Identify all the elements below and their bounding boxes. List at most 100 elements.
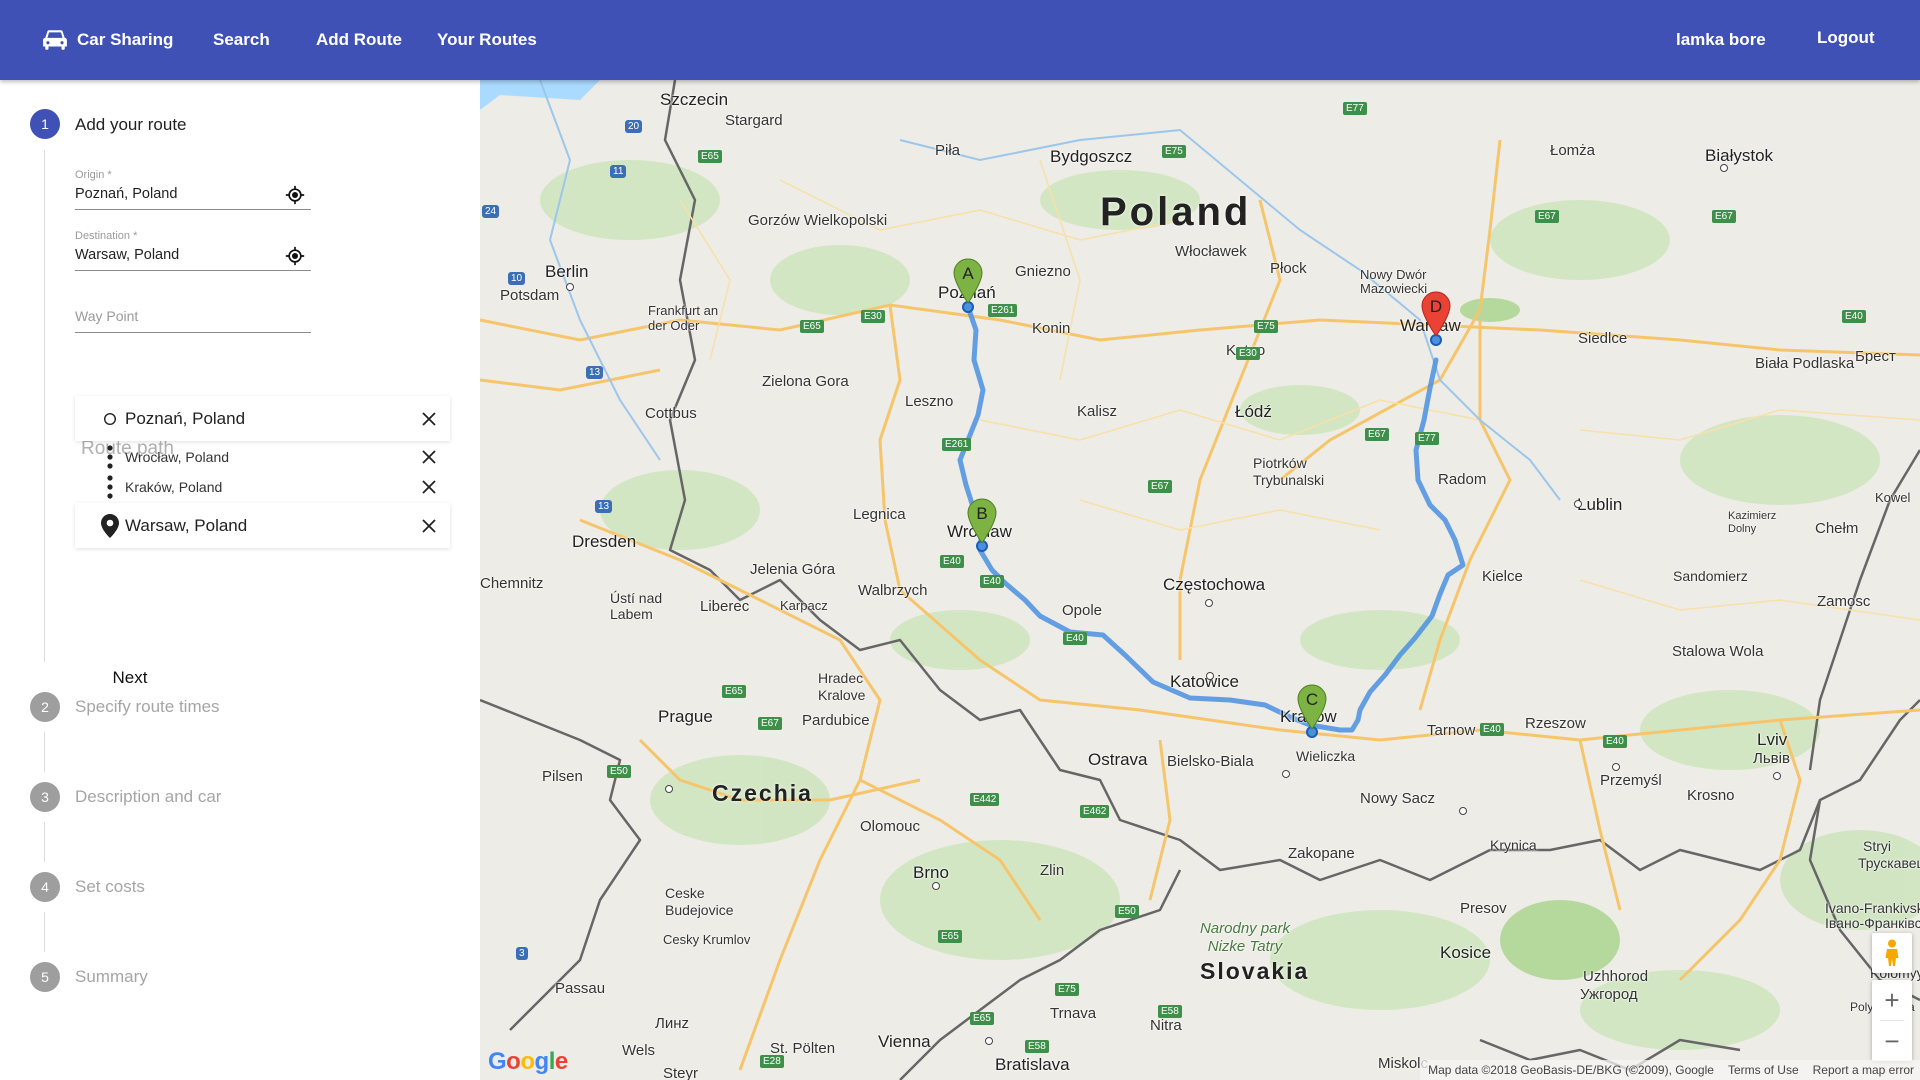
city-label: Vienna: [878, 1032, 931, 1051]
origin-input[interactable]: Poznań, Poland: [75, 183, 311, 205]
city-label: Bielsko-Biala: [1167, 753, 1254, 770]
route-path-item-destination[interactable]: Warsaw, Poland: [75, 503, 450, 548]
city-label: Passau: [555, 980, 606, 997]
step-5-label[interactable]: Summary: [75, 967, 148, 987]
step-connector: [44, 912, 45, 952]
marker-letter: A: [962, 264, 974, 283]
destination-label: Destination *: [75, 230, 138, 242]
step-4-number: 4: [30, 872, 60, 902]
map-marker-a[interactable]: A: [953, 258, 983, 304]
country-label-slovakia: Slovakia: [1200, 958, 1310, 984]
google-logo: Google: [488, 1048, 568, 1076]
city-label: Brno: [913, 863, 949, 882]
road-shield: E65: [722, 685, 746, 698]
brand-link[interactable]: Car Sharing: [42, 0, 173, 80]
close-icon[interactable]: [421, 479, 437, 495]
zoom-out-button[interactable]: −: [1872, 1021, 1912, 1061]
nav-add-route[interactable]: Add Route: [316, 0, 402, 80]
road-shield: E75: [1055, 983, 1079, 996]
street-view-pegman[interactable]: [1872, 933, 1912, 973]
road-shield: 11: [610, 165, 627, 178]
road-shield: E40: [1603, 735, 1627, 748]
city-label: Stalowa Wola: [1672, 643, 1764, 660]
my-location-icon[interactable]: [285, 246, 305, 266]
city-label: Трускавець: [1858, 855, 1920, 871]
logout-button[interactable]: Logout: [1817, 0, 1875, 78]
city-label: Chełm: [1815, 520, 1859, 537]
route-path-item-waypoint[interactable]: Kraków, Poland: [75, 472, 450, 502]
step-4-label[interactable]: Set costs: [75, 877, 145, 897]
report-map-error-link[interactable]: Report a map error: [1813, 1063, 1914, 1077]
road-shield: E40: [1480, 723, 1504, 736]
logo-letter: o: [520, 1048, 535, 1075]
logo-letter: e: [554, 1048, 568, 1075]
city-label: Tarnow: [1427, 722, 1476, 739]
city-label: Białystok: [1705, 146, 1774, 165]
drag-dots-icon[interactable]: [106, 445, 114, 469]
close-icon[interactable]: [421, 411, 437, 427]
step-3-label[interactable]: Description and car: [75, 787, 221, 807]
origin-field[interactable]: Origin * Poznań, Poland: [75, 169, 311, 210]
step-1-label[interactable]: Add your route: [75, 115, 187, 135]
terms-of-use-link[interactable]: Terms of Use: [1728, 1063, 1799, 1077]
city-dot: [1282, 770, 1290, 778]
car-icon: [43, 30, 67, 50]
road-shield: E77: [1415, 432, 1439, 445]
city-label: Wieliczka: [1296, 748, 1356, 764]
country-label-czechia: Czechia: [712, 780, 813, 806]
city-label: Wels: [622, 1042, 656, 1059]
pegman-icon: [1885, 939, 1899, 966]
step-connector: [44, 150, 45, 662]
zoom-in-button[interactable]: +: [1872, 980, 1912, 1020]
next-button[interactable]: Next: [98, 660, 162, 696]
city-label: Potsdam: [500, 287, 560, 304]
city-label: Częstochowa: [1163, 575, 1266, 594]
city-label: Opole: [1062, 602, 1103, 619]
route-map[interactable]: Poland Czechia Slovakia Szczecin Stargar…: [480, 80, 1920, 1080]
marker-letter: C: [1306, 690, 1318, 709]
city-label: Krosno: [1687, 787, 1735, 804]
road-shield: E50: [1115, 905, 1139, 918]
city-label: Frankfurt an der Oder: [648, 303, 719, 333]
city-label: Liberec: [700, 598, 750, 615]
city-label: Kosice: [1440, 943, 1492, 962]
city-label: Piła: [935, 142, 961, 159]
city-dot: [566, 283, 574, 291]
nav-search[interactable]: Search: [213, 0, 270, 80]
park-label: Narodny park Nizke Tatry: [1199, 920, 1291, 955]
route-path-item-waypoint[interactable]: Wrocław, Poland: [75, 442, 450, 472]
nav-your-routes[interactable]: Your Routes: [437, 0, 537, 80]
drag-dots-icon[interactable]: [106, 475, 114, 499]
waypoint-input[interactable]: Way Point: [75, 308, 311, 324]
step-2-label[interactable]: Specify route times: [75, 697, 220, 717]
city-label: Bydgoszcz: [1050, 147, 1133, 166]
stepper-panel: 1 Add your route Origin * Poznań, Poland…: [0, 80, 480, 1080]
map-marker-d[interactable]: D: [1421, 291, 1451, 337]
city-label: Chemnitz: [480, 575, 544, 592]
close-icon[interactable]: [421, 449, 437, 465]
city-label: Львів: [1753, 750, 1790, 767]
close-icon[interactable]: [421, 518, 437, 534]
city-label: Łódź: [1235, 402, 1272, 421]
city-label: Lublin: [1577, 495, 1623, 514]
city-dot: [1612, 763, 1620, 771]
city-label: Zamosc: [1817, 593, 1871, 610]
map-marker-c[interactable]: C: [1297, 684, 1327, 730]
destination-input[interactable]: Warsaw, Poland: [75, 244, 311, 266]
destination-field[interactable]: Destination * Warsaw, Poland: [75, 230, 311, 271]
city-label: Olomouc: [860, 818, 921, 835]
city-label: Брест: [1855, 348, 1896, 365]
road-shield: E75: [1254, 320, 1278, 333]
city-label: Włocławek: [1175, 243, 1247, 260]
brand-label: Car Sharing: [77, 30, 174, 49]
my-location-icon[interactable]: [285, 185, 305, 205]
city-label: Ostrava: [1088, 750, 1148, 769]
city-label: Berlin: [545, 262, 589, 281]
waypoint-field[interactable]: Way Point: [75, 308, 311, 333]
map-marker-b[interactable]: B: [967, 498, 997, 544]
user-name[interactable]: lamka bore: [1676, 0, 1766, 80]
circle-outline-icon: [103, 412, 117, 425]
route-path-item-origin[interactable]: Poznań, Poland: [75, 396, 450, 441]
country-label-poland: Poland: [1100, 190, 1252, 234]
road-shield: E462: [1080, 805, 1110, 818]
